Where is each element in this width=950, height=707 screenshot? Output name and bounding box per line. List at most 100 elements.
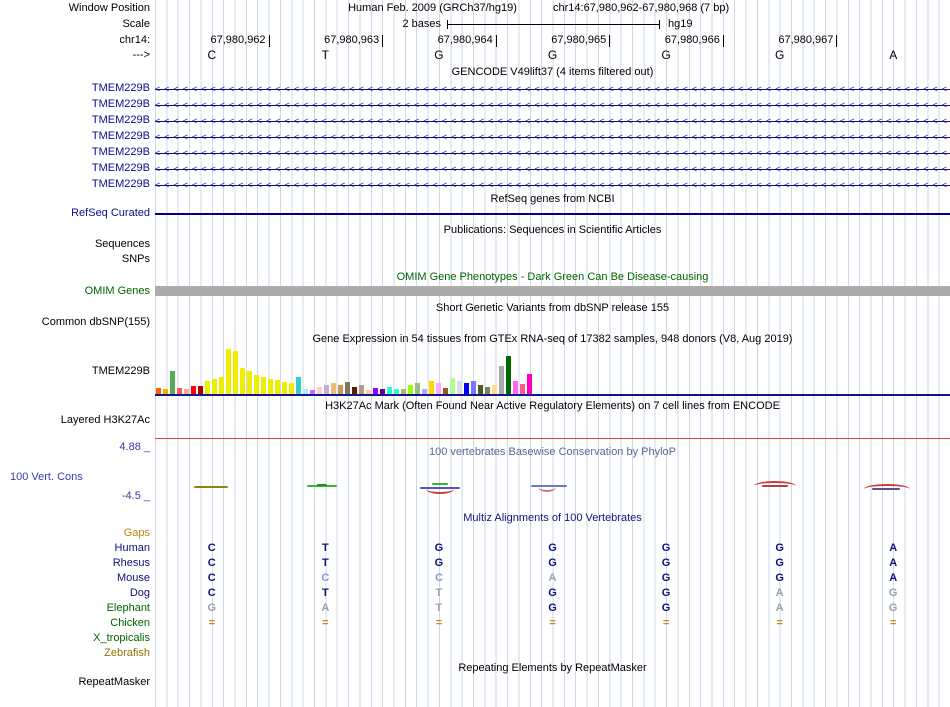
gtex-expression-bar[interactable]: [436, 383, 441, 394]
gtex-expression-bar[interactable]: [401, 389, 406, 394]
gtex-track-title[interactable]: Gene Expression in 54 tissues from GTEx …: [155, 333, 950, 346]
gtex-expression-bar[interactable]: [184, 389, 189, 394]
gtex-expression-bar[interactable]: [450, 378, 455, 394]
publications-track-title[interactable]: Publications: Sequences in Scientific Ar…: [155, 224, 950, 237]
gene-item-label[interactable]: TMEM229B: [0, 146, 150, 159]
gtex-expression-bar[interactable]: [352, 387, 357, 394]
gtex-expression-bar[interactable]: [471, 381, 476, 394]
gtex-expression-bar[interactable]: [254, 375, 259, 394]
gtex-expression-bar[interactable]: [296, 377, 301, 394]
gtex-expression-bar[interactable]: [191, 386, 196, 394]
refseq-curated-label[interactable]: RefSeq Curated: [0, 207, 150, 220]
snps-label[interactable]: SNPs: [0, 253, 150, 266]
gene-item-label[interactable]: TMEM229B: [0, 114, 150, 127]
species-label[interactable]: Mouse: [0, 571, 150, 586]
gtex-expression-bar[interactable]: [233, 351, 238, 394]
gtex-expression-bar[interactable]: [226, 349, 231, 394]
repeatmasker-track-title[interactable]: Repeating Elements by RepeatMasker: [155, 662, 950, 675]
gtex-expression-bar[interactable]: [485, 387, 490, 394]
gene-item-label[interactable]: TMEM229B: [0, 82, 150, 95]
gtex-expression-bar[interactable]: [513, 381, 518, 394]
gtex-expression-bar[interactable]: [429, 381, 434, 394]
h3k27ac-track-title[interactable]: H3K27Ac Mark (Often Found Near Active Re…: [155, 400, 950, 413]
gencode-track-title[interactable]: GENCODE V49lift37 (4 items filtered out): [155, 66, 950, 79]
gtex-expression-bar[interactable]: [345, 382, 350, 394]
gtex-expression-bar[interactable]: [240, 368, 245, 394]
gtex-expression-bar[interactable]: [247, 371, 252, 394]
species-label[interactable]: Dog: [0, 586, 150, 601]
gtex-expression-bar[interactable]: [205, 381, 210, 394]
gtex-expression-bar[interactable]: [366, 390, 371, 394]
gtex-expression-bar[interactable]: [156, 388, 161, 394]
omim-track-bar[interactable]: [155, 286, 950, 296]
sequences-label[interactable]: Sequences: [0, 238, 150, 251]
gene-item[interactable]: <<<<<<<<<<<<<<<<<<<<<<<<<<<<<<<<<<<<<<<<…: [155, 145, 950, 161]
h3k27ac-baseline: [155, 438, 950, 439]
dbsnp-track-title[interactable]: Short Genetic Variants from dbSNP releas…: [155, 302, 950, 315]
species-label[interactable]: Human: [0, 541, 150, 556]
refseq-track-title[interactable]: RefSeq genes from NCBI: [155, 193, 950, 206]
omim-track-title[interactable]: OMIM Gene Phenotypes - Dark Green Can Be…: [155, 271, 950, 284]
species-label[interactable]: Zebrafish: [0, 646, 150, 661]
gtex-gene-label[interactable]: TMEM229B: [0, 365, 150, 378]
gtex-expression-bar[interactable]: [282, 382, 287, 394]
gtex-expression-bar[interactable]: [261, 377, 266, 394]
species-label[interactable]: X_tropicalis: [0, 631, 150, 646]
layered-h3k27ac-label[interactable]: Layered H3K27Ac: [0, 414, 150, 427]
gtex-expression-bar[interactable]: [527, 374, 532, 394]
gtex-expression-bar[interactable]: [380, 389, 385, 394]
gtex-expression-bar[interactable]: [310, 390, 315, 394]
gtex-expression-bar[interactable]: [212, 379, 217, 394]
gtex-expression-bar[interactable]: [443, 388, 448, 394]
multiz-track-title[interactable]: Multiz Alignments of 100 Vertebrates: [155, 512, 950, 525]
gtex-expression-bar[interactable]: [324, 385, 329, 394]
common-dbsnp-label[interactable]: Common dbSNP(155): [0, 316, 150, 329]
gtex-expression-bar[interactable]: [415, 383, 420, 394]
gene-item[interactable]: <<<<<<<<<<<<<<<<<<<<<<<<<<<<<<<<<<<<<<<<…: [155, 97, 950, 113]
gtex-expression-bar[interactable]: [492, 385, 497, 394]
ruler-tick: [609, 35, 611, 47]
multiz-gaps-label[interactable]: Gaps: [0, 526, 150, 541]
repeatmasker-label[interactable]: RepeatMasker: [0, 676, 150, 689]
gtex-expression-bar[interactable]: [464, 383, 469, 394]
gtex-expression-bar[interactable]: [394, 389, 399, 394]
gene-item[interactable]: <<<<<<<<<<<<<<<<<<<<<<<<<<<<<<<<<<<<<<<<…: [155, 81, 950, 97]
gtex-expression-bar[interactable]: [219, 377, 224, 394]
omim-genes-label[interactable]: OMIM Genes: [0, 285, 150, 298]
gtex-expression-bar[interactable]: [289, 383, 294, 394]
species-label[interactable]: Rhesus: [0, 556, 150, 571]
gene-item[interactable]: <<<<<<<<<<<<<<<<<<<<<<<<<<<<<<<<<<<<<<<<…: [155, 113, 950, 129]
species-label[interactable]: Chicken: [0, 616, 150, 631]
refseq-curated-track-line[interactable]: [155, 213, 950, 215]
gene-item-label[interactable]: TMEM229B: [0, 178, 150, 191]
gtex-expression-bar[interactable]: [163, 389, 168, 394]
gtex-expression-bar[interactable]: [303, 389, 308, 394]
gtex-expression-bar[interactable]: [408, 385, 413, 394]
gtex-expression-bar[interactable]: [170, 371, 175, 394]
gene-item[interactable]: <<<<<<<<<<<<<<<<<<<<<<<<<<<<<<<<<<<<<<<<…: [155, 161, 950, 177]
conservation-track-title[interactable]: 100 vertebrates Basewise Conservation by…: [155, 446, 950, 459]
gene-item-label[interactable]: TMEM229B: [0, 162, 150, 175]
gtex-expression-bar[interactable]: [520, 384, 525, 394]
species-label[interactable]: Elephant: [0, 601, 150, 616]
conservation-track-label[interactable]: 100 Vert. Cons: [10, 471, 83, 484]
gtex-expression-bar[interactable]: [275, 380, 280, 394]
gene-item[interactable]: <<<<<<<<<<<<<<<<<<<<<<<<<<<<<<<<<<<<<<<<…: [155, 177, 950, 193]
gtex-expression-bar[interactable]: [317, 387, 322, 394]
gtex-expression-bar[interactable]: [338, 385, 343, 394]
gene-item-label[interactable]: TMEM229B: [0, 130, 150, 143]
gtex-expression-bar[interactable]: [373, 388, 378, 394]
gtex-expression-bar[interactable]: [387, 387, 392, 394]
gtex-expression-bar[interactable]: [478, 385, 483, 394]
gtex-expression-bar[interactable]: [457, 381, 462, 394]
gene-item[interactable]: <<<<<<<<<<<<<<<<<<<<<<<<<<<<<<<<<<<<<<<<…: [155, 129, 950, 145]
gtex-expression-bar[interactable]: [268, 379, 273, 394]
gtex-expression-bar[interactable]: [422, 389, 427, 394]
gtex-expression-bar[interactable]: [198, 386, 203, 394]
gtex-expression-bar[interactable]: [359, 385, 364, 394]
gtex-expression-bar[interactable]: [506, 356, 511, 394]
gtex-expression-bar[interactable]: [177, 388, 182, 394]
gtex-expression-bar[interactable]: [331, 383, 336, 394]
gtex-expression-bar[interactable]: [499, 366, 504, 394]
gene-item-label[interactable]: TMEM229B: [0, 98, 150, 111]
